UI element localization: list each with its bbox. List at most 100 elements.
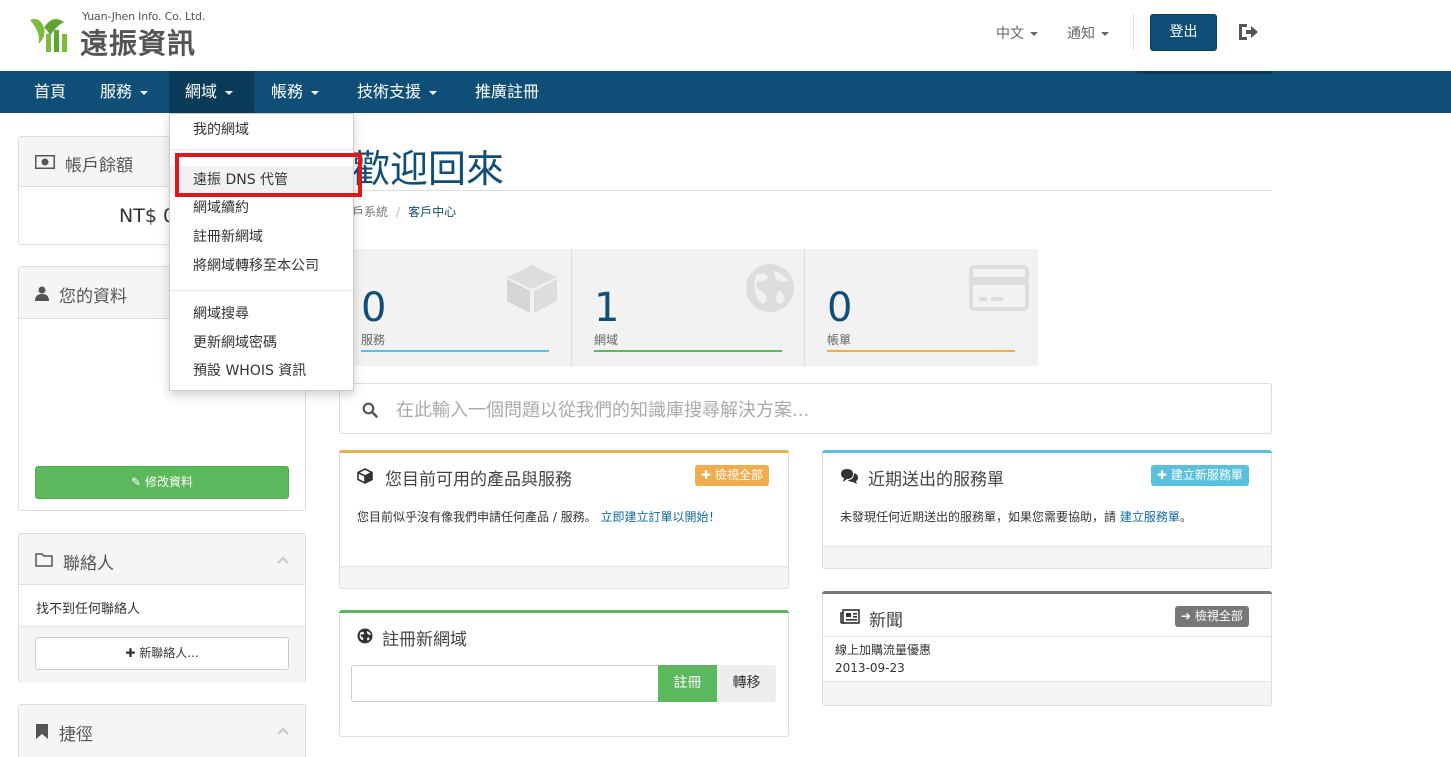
logo[interactable]: Yuan-Jhen Info. Co. Ltd. 遠振資訊 bbox=[26, 10, 226, 60]
domain-search-field[interactable] bbox=[351, 665, 659, 702]
view-all-label: 檢視全部 bbox=[714, 468, 763, 482]
new-contact-button[interactable]: ✚ 新聯絡人... bbox=[35, 637, 289, 670]
newspaper-icon bbox=[840, 609, 860, 624]
navbar-accent bbox=[1137, 71, 1272, 74]
notifications-label: 通知 bbox=[1067, 26, 1095, 42]
breadcrumb-separator: / bbox=[396, 205, 401, 219]
tile-bar bbox=[361, 350, 549, 352]
kb-search-input[interactable] bbox=[396, 398, 1236, 422]
header-divider bbox=[1133, 14, 1134, 50]
menu-item-domain-search[interactable]: 網域搜尋 bbox=[170, 300, 353, 328]
nav-support[interactable]: 技術支援 bbox=[341, 71, 453, 113]
folder-icon bbox=[35, 553, 53, 567]
menu-item-default-whois[interactable]: 預設 WHOIS 資訊 bbox=[170, 357, 353, 385]
card-footer bbox=[823, 681, 1271, 705]
logout-button[interactable]: 登出 bbox=[1150, 14, 1217, 51]
new-ticket-button[interactable]: ✚ 建立新服務單 bbox=[1151, 465, 1249, 486]
card-register-domain: 註冊新網域 註冊 轉移 bbox=[339, 610, 789, 737]
card-title: 註冊新網域 bbox=[382, 630, 467, 650]
title-divider bbox=[339, 190, 1272, 191]
chevron-up-icon[interactable] bbox=[277, 556, 289, 564]
create-ticket-link[interactable]: 建立服務單 bbox=[1120, 510, 1180, 524]
menu-divider bbox=[170, 149, 353, 150]
menu-item-transfer-domain[interactable]: 將網域轉移至本公司 bbox=[170, 252, 353, 280]
chevron-down-icon bbox=[1101, 32, 1109, 36]
card-accent bbox=[339, 450, 789, 453]
menu-item-renew-domains[interactable]: 網域續約 bbox=[170, 194, 353, 222]
panel-title: 聯絡人 bbox=[63, 554, 114, 574]
user-icon bbox=[35, 286, 49, 301]
products-text: 您目前似乎沒有像我們申請任何產品 / 服務。 bbox=[357, 510, 597, 524]
card-title: 近期送出的服務單 bbox=[868, 470, 1004, 490]
plus-icon: ✚ bbox=[701, 468, 712, 482]
news-item-title[interactable]: 線上加購流量優惠 bbox=[835, 641, 931, 659]
arrow-right-icon: ➜ bbox=[1181, 609, 1192, 623]
plus-icon: ✚ bbox=[1157, 468, 1168, 482]
tile-invoices[interactable]: 0 帳單 bbox=[805, 249, 1038, 366]
nav-home[interactable]: 首頁 bbox=[18, 71, 82, 113]
main-navbar: 首頁 服務 網域 帳務 技術支援 推廣註冊 bbox=[0, 71, 1451, 113]
news-item[interactable]: 線上加購流量優惠 2013-09-23 bbox=[835, 641, 931, 677]
credit-card-icon bbox=[969, 265, 1029, 311]
chevron-down-icon bbox=[429, 90, 438, 95]
sign-out-icon[interactable] bbox=[1237, 22, 1259, 42]
transfer-domain-button[interactable]: 轉移 bbox=[717, 665, 776, 702]
card-body: 您目前似乎沒有像我們申請任何產品 / 服務。 立即建立訂單以開始！ bbox=[357, 508, 757, 527]
nav-services[interactable]: 服務 bbox=[84, 71, 164, 113]
chevron-up-icon[interactable] bbox=[277, 727, 289, 735]
panel-title: 帳戶餘額 bbox=[65, 156, 133, 176]
nav-affiliate[interactable]: 推廣註冊 bbox=[459, 71, 555, 113]
contacts-empty-text: 找不到任何聯絡人 bbox=[36, 602, 141, 617]
card-accent bbox=[339, 610, 789, 613]
nav-billing[interactable]: 帳務 bbox=[255, 71, 335, 113]
nav-support-label: 技術支援 bbox=[357, 82, 422, 101]
view-all-news-button[interactable]: ➜ 檢視全部 bbox=[1175, 606, 1249, 627]
menu-item-update-epp[interactable]: 更新網域密碼 bbox=[170, 329, 353, 357]
search-icon bbox=[362, 402, 378, 418]
logo-mark-icon bbox=[30, 19, 67, 52]
card-accent bbox=[822, 591, 1272, 594]
view-all-label: 檢視全部 bbox=[1194, 609, 1243, 623]
breadcrumb-item[interactable]: 戶系統 bbox=[352, 205, 388, 219]
register-domain-button[interactable]: 註冊 bbox=[658, 665, 717, 702]
card-body: 未發現任何近期送出的服務單，如果您需要協助，請 建立服務單。 bbox=[840, 508, 1260, 527]
nav-home-label: 首頁 bbox=[34, 82, 67, 101]
breadcrumb-item-active: 客戶中心 bbox=[408, 205, 457, 219]
nav-domains[interactable]: 網域 bbox=[169, 71, 254, 113]
create-order-link[interactable]: 立即建立訂單以開始！ bbox=[601, 510, 721, 524]
view-all-products-button[interactable]: ✚ 檢視全部 bbox=[695, 465, 769, 486]
tile-services[interactable]: 0 服務 bbox=[339, 249, 572, 366]
tile-bar bbox=[594, 350, 782, 352]
edit-profile-button[interactable]: ✎ 修改資料 bbox=[35, 466, 289, 499]
menu-divider bbox=[170, 290, 353, 291]
site-header: Yuan-Jhen Info. Co. Ltd. 遠振資訊 中文 通知 登出 bbox=[0, 0, 1451, 71]
plus-icon: ✚ bbox=[125, 646, 136, 660]
language-dropdown[interactable]: 中文 bbox=[996, 23, 1038, 43]
tickets-text-end: 。 bbox=[1179, 510, 1192, 524]
tile-label: 帳單 bbox=[827, 333, 852, 347]
new-contact-label: 新聯絡人... bbox=[139, 646, 199, 660]
notifications-dropdown[interactable]: 通知 bbox=[1067, 23, 1109, 43]
nav-domains-label: 網域 bbox=[185, 82, 218, 101]
card-title: 新聞 bbox=[869, 611, 903, 631]
chevron-down-icon bbox=[1030, 32, 1038, 36]
globe-icon bbox=[357, 628, 373, 644]
card-news: 新聞 ➜ 檢視全部 線上加購流量優惠 2013-09-23 bbox=[822, 591, 1272, 706]
tile-bar bbox=[827, 350, 1015, 352]
tile-value: 0 bbox=[361, 285, 387, 331]
card-divider bbox=[823, 636, 1271, 637]
edit-profile-label: 修改資料 bbox=[144, 475, 193, 489]
tile-domains[interactable]: 1 網域 bbox=[572, 249, 805, 366]
highlight-annotation-box bbox=[175, 153, 362, 197]
panel-header: 捷徑 bbox=[19, 705, 305, 757]
tile-label: 服務 bbox=[361, 333, 386, 347]
card-tickets: 近期送出的服務單 ✚ 建立新服務單 未發現任何近期送出的服務單，如果您需要協助，… bbox=[822, 450, 1272, 569]
logo-title: 遠振資訊 bbox=[80, 27, 197, 60]
tile-label: 網域 bbox=[594, 333, 619, 347]
globe-icon bbox=[746, 264, 794, 312]
card-footer bbox=[340, 566, 788, 588]
bookmark-icon bbox=[36, 724, 48, 739]
menu-item-register-domain[interactable]: 註冊新網域 bbox=[170, 223, 353, 251]
pencil-icon: ✎ bbox=[131, 475, 142, 489]
menu-item-my-domains[interactable]: 我的網域 bbox=[170, 116, 353, 144]
